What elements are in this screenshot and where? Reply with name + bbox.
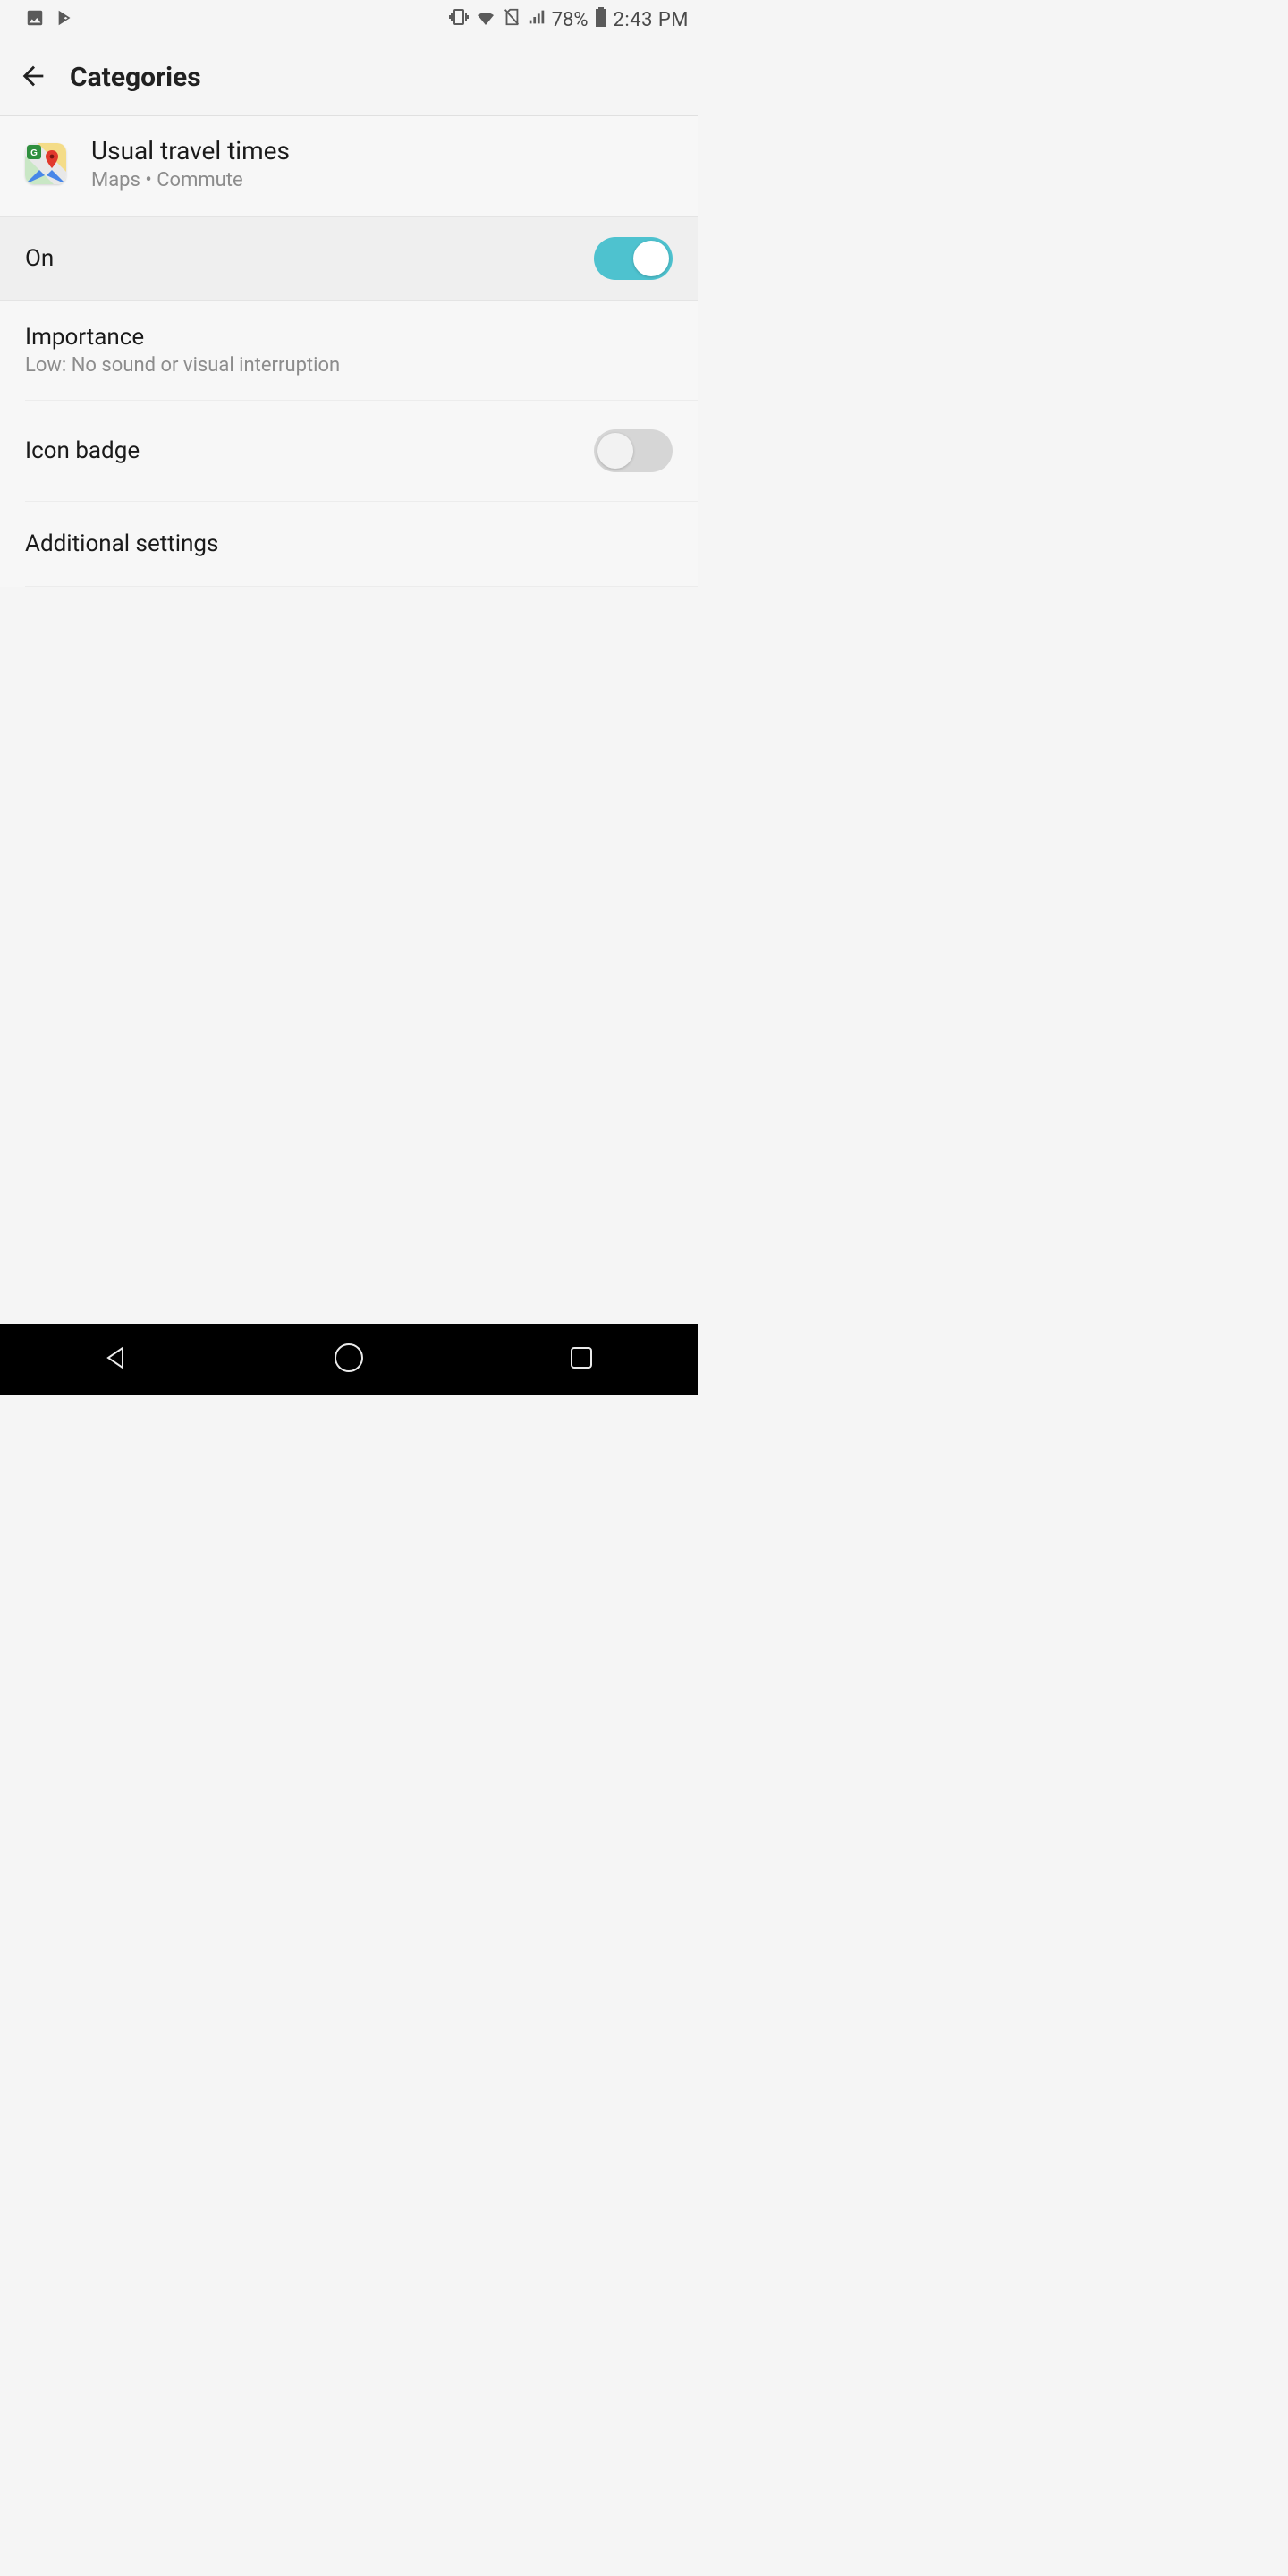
- nav-recents-button[interactable]: [562, 1340, 601, 1379]
- row-enable[interactable]: On: [0, 216, 698, 301]
- play-store-icon: [55, 8, 75, 31]
- additional-settings-label: Additional settings: [25, 530, 218, 557]
- nav-back-button[interactable]: [97, 1340, 136, 1379]
- page-title: Categories: [70, 62, 201, 93]
- image-notification-icon: [25, 8, 45, 31]
- app-bar: Categories: [0, 39, 698, 116]
- enable-toggle[interactable]: [594, 237, 673, 280]
- importance-value: Low: No sound or visual interruption: [25, 354, 673, 377]
- triangle-back-icon: [101, 1343, 131, 1377]
- row-icon-badge[interactable]: Icon badge: [0, 401, 698, 501]
- status-right: 78% 2:43 PM: [448, 6, 689, 33]
- signal-icon: [527, 7, 547, 32]
- back-button[interactable]: [16, 61, 50, 95]
- on-label: On: [25, 245, 54, 272]
- circle-home-icon: [332, 1341, 366, 1378]
- battery-percent: 78%: [552, 9, 589, 31]
- vibrate-icon: [448, 6, 470, 33]
- battery-icon: [594, 6, 608, 33]
- status-bar: 78% 2:43 PM: [0, 0, 698, 39]
- content: G Usual travel times Maps • Commute On I…: [0, 116, 698, 587]
- svg-text:G: G: [30, 148, 38, 158]
- row-importance[interactable]: Importance Low: No sound or visual inter…: [0, 301, 698, 400]
- icon-badge-label: Icon badge: [25, 437, 140, 464]
- navigation-bar: [0, 1324, 698, 1395]
- clock: 2:43 PM: [614, 9, 689, 31]
- wifi-icon: [475, 6, 496, 33]
- icon-badge-toggle[interactable]: [594, 429, 673, 472]
- importance-label: Importance: [25, 324, 673, 351]
- maps-app-icon: G: [25, 143, 66, 184]
- row-additional-settings[interactable]: Additional settings: [0, 502, 698, 586]
- channel-header: G Usual travel times Maps • Commute: [0, 116, 698, 216]
- arrow-back-icon: [18, 61, 48, 95]
- square-recents-icon: [567, 1343, 596, 1376]
- channel-title: Usual travel times: [91, 136, 290, 165]
- status-left-icons: [9, 8, 75, 31]
- no-sim-icon: [502, 7, 521, 32]
- nav-home-button[interactable]: [329, 1340, 369, 1379]
- divider: [25, 586, 698, 587]
- channel-subtitle: Maps • Commute: [91, 169, 290, 191]
